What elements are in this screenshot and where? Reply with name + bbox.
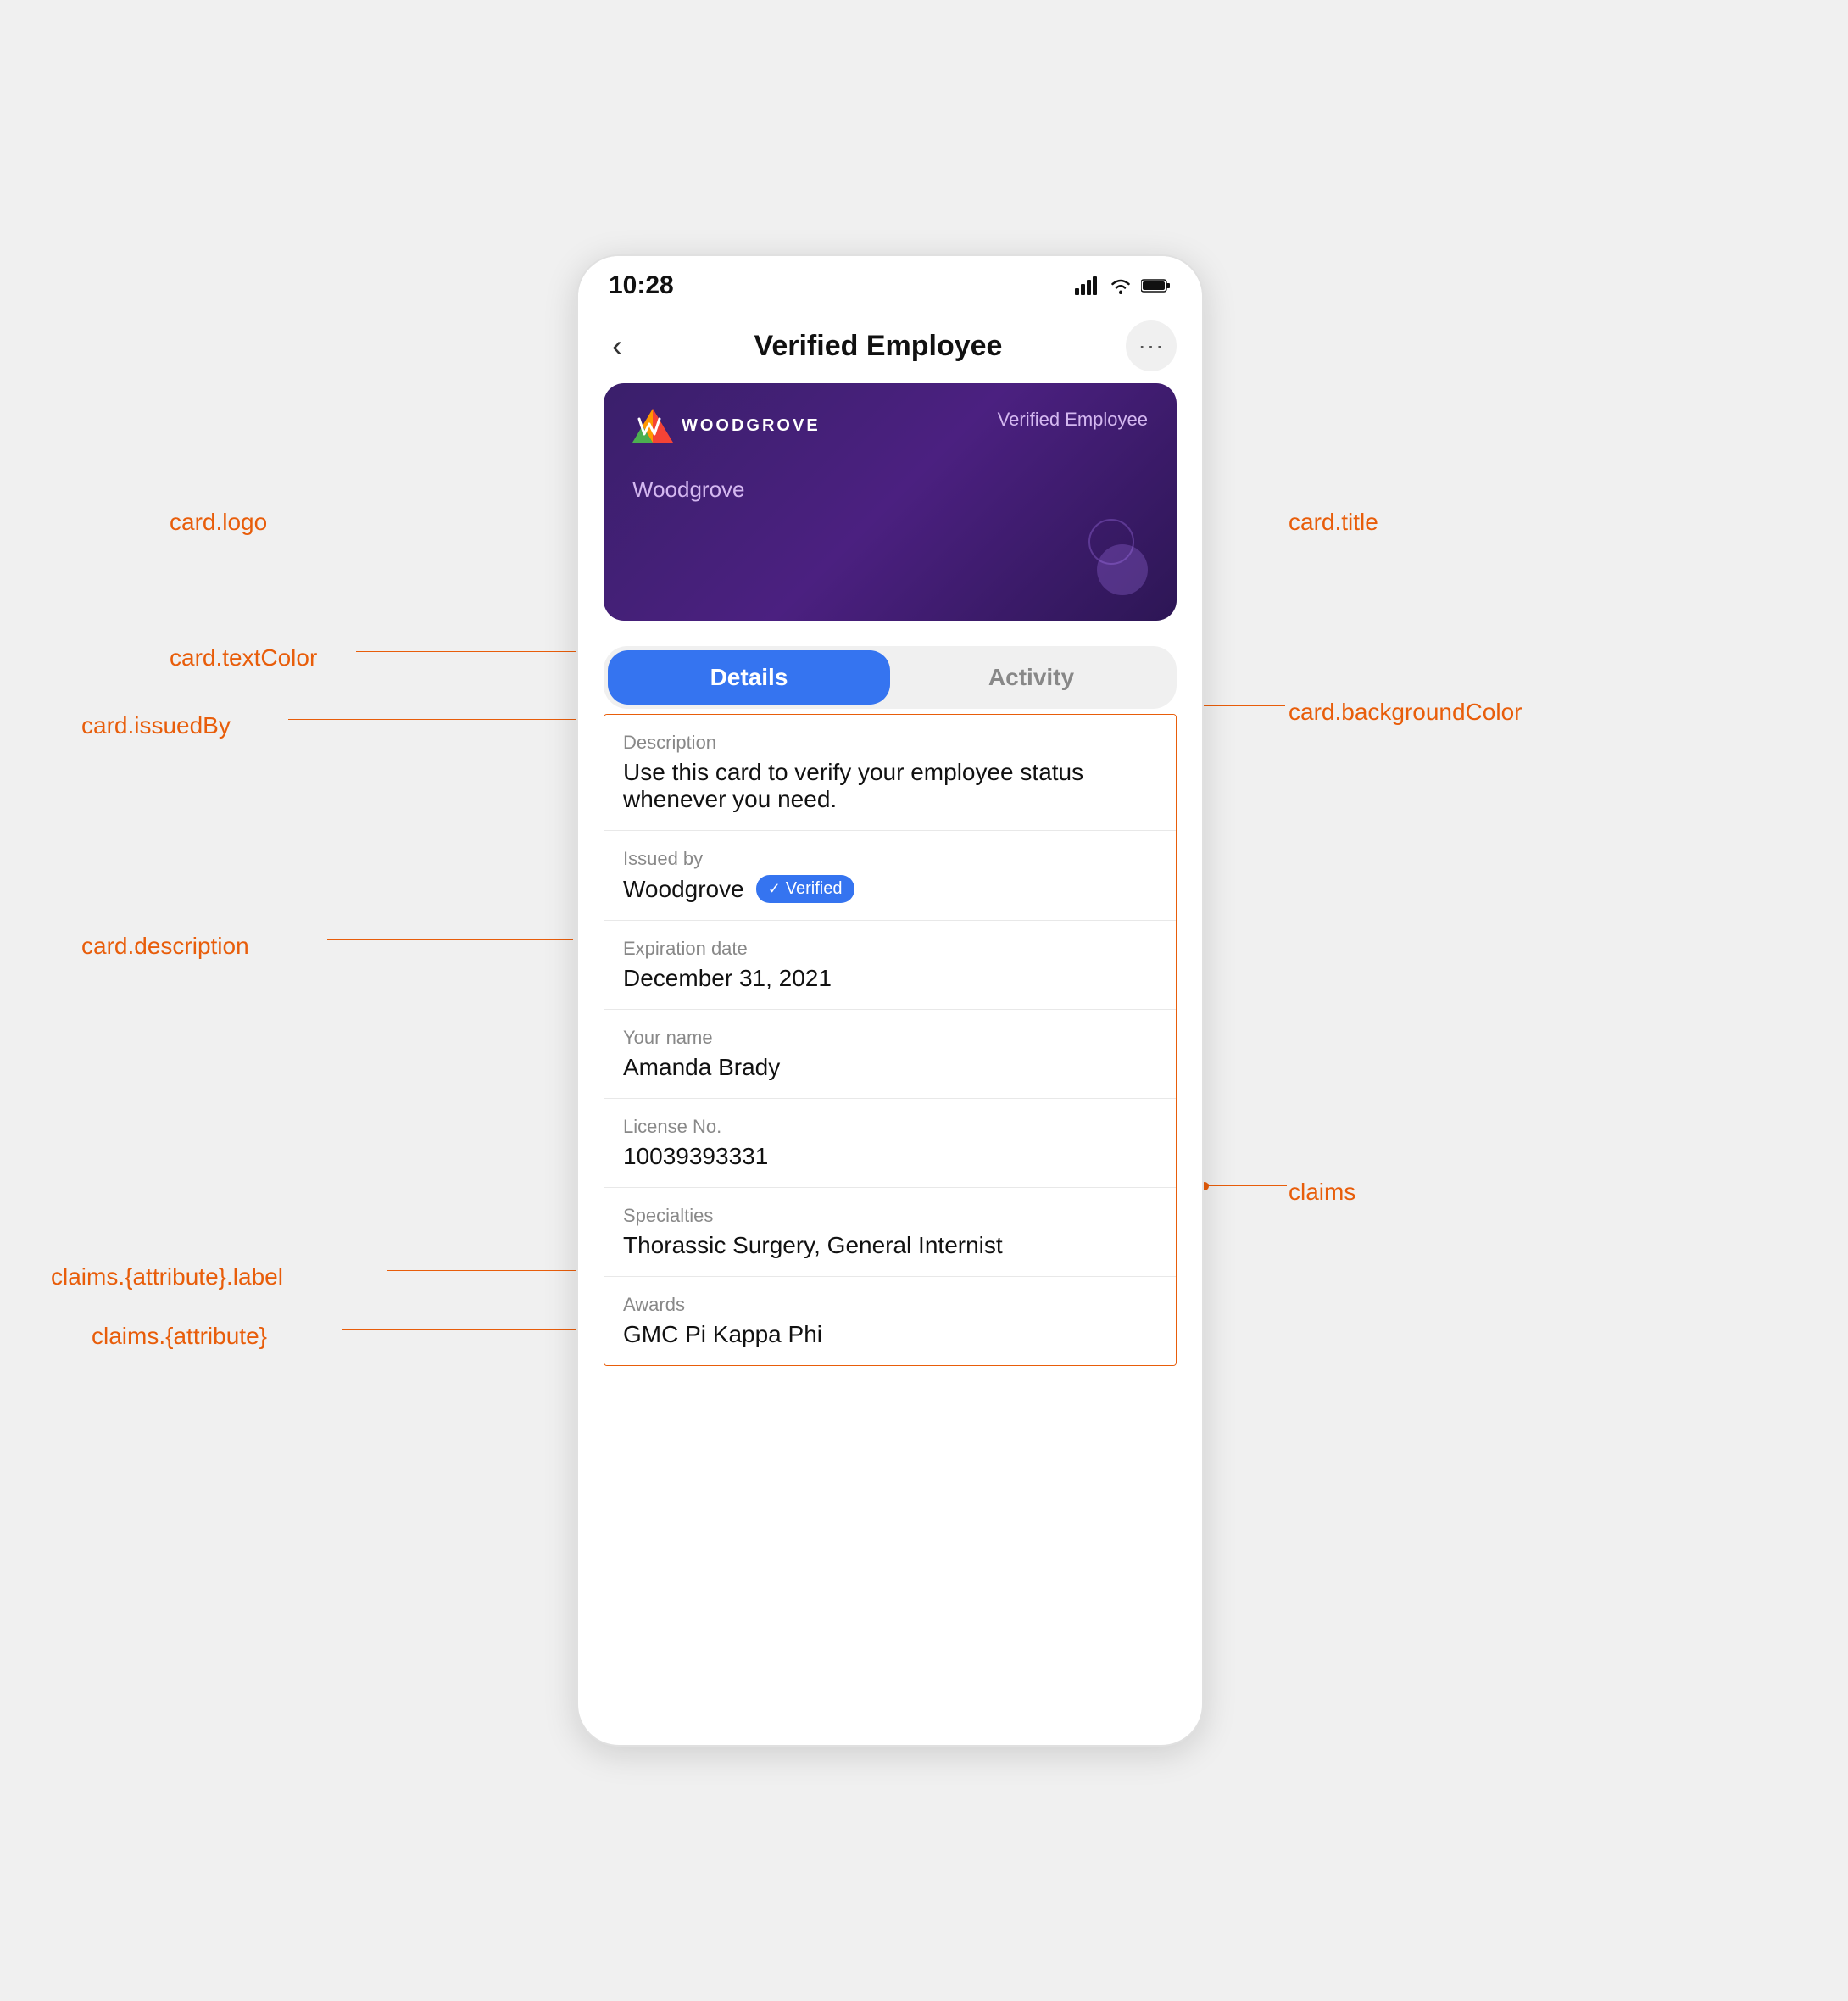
card-issuer: Woodgrove bbox=[632, 477, 745, 503]
annotation-claims: claims bbox=[1289, 1179, 1355, 1206]
annotation-claims-attr: claims.{attribute} bbox=[92, 1323, 267, 1350]
annotation-line-desc bbox=[327, 939, 573, 940]
verified-check-icon: ✓ bbox=[768, 880, 781, 898]
annotation-line-attr bbox=[342, 1329, 582, 1330]
status-time: 10:28 bbox=[609, 271, 674, 300]
detail-name: Your name Amanda Brady bbox=[604, 1010, 1176, 1099]
tab-activity[interactable]: Activity bbox=[890, 650, 1172, 705]
employee-card: WOODGROVE Verified Employee Woodgrove bbox=[604, 383, 1177, 621]
tabs-container: Details Activity bbox=[604, 646, 1177, 709]
name-label: Your name bbox=[623, 1027, 1157, 1049]
back-button[interactable]: ‹ bbox=[604, 325, 631, 367]
specialties-value: Thorassic Surgery, General Internist bbox=[623, 1232, 1157, 1259]
detail-expiration: Expiration date December 31, 2021 bbox=[604, 921, 1176, 1010]
annotation-card-bgcolor: card.backgroundColor bbox=[1289, 699, 1522, 726]
outer-wrapper: card.logo card.title card.textColor card… bbox=[0, 0, 1848, 2001]
detail-license: License No. 10039393331 bbox=[604, 1099, 1176, 1188]
details-content: Description Use this card to verify your… bbox=[604, 714, 1177, 1366]
specialties-label: Specialties bbox=[623, 1205, 1157, 1227]
name-value: Amanda Brady bbox=[623, 1054, 1157, 1081]
page-title: Verified Employee bbox=[754, 330, 1003, 363]
tab-details[interactable]: Details bbox=[608, 650, 890, 705]
detail-specialties: Specialties Thorassic Surgery, General I… bbox=[604, 1188, 1176, 1277]
license-label: License No. bbox=[623, 1116, 1157, 1138]
annotation-line-textcolor-h bbox=[356, 651, 576, 652]
annotation-card-logo: card.logo bbox=[170, 509, 267, 536]
expiration-value: December 31, 2021 bbox=[623, 965, 1157, 992]
card-logo-text: WOODGROVE bbox=[682, 416, 821, 436]
detail-description: Description Use this card to verify your… bbox=[604, 715, 1176, 831]
awards-label: Awards bbox=[623, 1294, 1157, 1316]
annotation-card-textcolor-bot: card.textColor bbox=[170, 644, 317, 672]
signal-icon bbox=[1075, 276, 1100, 295]
verified-badge: ✓ Verified bbox=[756, 875, 854, 903]
more-button[interactable]: ··· bbox=[1126, 320, 1177, 371]
annotation-card-title: card.title bbox=[1289, 509, 1378, 536]
detail-awards: Awards GMC Pi Kappa Phi bbox=[604, 1277, 1176, 1365]
annotation-card-desc: card.description bbox=[81, 933, 249, 960]
annotation-card-issuer: card.issuedBy bbox=[81, 712, 231, 739]
battery-icon bbox=[1141, 277, 1172, 294]
description-label: Description bbox=[623, 732, 1157, 754]
status-bar: 10:28 bbox=[578, 256, 1202, 309]
status-icons bbox=[1075, 276, 1172, 295]
woodgrove-logo-icon bbox=[632, 409, 673, 443]
card-bottom-row: Woodgrove bbox=[632, 477, 1148, 503]
phone-container: 10:28 bbox=[576, 254, 1204, 1747]
description-value: Use this card to verify your employee st… bbox=[623, 759, 1157, 813]
annotation-line-issuer bbox=[288, 719, 585, 720]
card-decoration bbox=[1097, 544, 1148, 595]
annotation-line-attr-label bbox=[387, 1270, 585, 1271]
license-value: 10039393331 bbox=[623, 1143, 1157, 1170]
card-logo: WOODGROVE bbox=[632, 409, 821, 443]
annotation-claims-attr-label: claims.{attribute}.label bbox=[51, 1263, 283, 1290]
issued-by-value: Woodgrove bbox=[623, 876, 744, 903]
expiration-label: Expiration date bbox=[623, 938, 1157, 960]
detail-issued-by: Issued by Woodgrove ✓ Verified bbox=[604, 831, 1176, 921]
issued-by-label: Issued by bbox=[623, 848, 1157, 870]
card-title: Verified Employee bbox=[998, 409, 1148, 431]
card-top-row: WOODGROVE Verified Employee bbox=[632, 409, 1148, 443]
wifi-icon bbox=[1109, 276, 1133, 295]
verified-badge-text: Verified bbox=[786, 879, 843, 899]
issued-by-value-row: Woodgrove ✓ Verified bbox=[623, 875, 1157, 903]
awards-value: GMC Pi Kappa Phi bbox=[623, 1321, 1157, 1348]
header: ‹ Verified Employee ··· bbox=[578, 309, 1202, 383]
annotation-line-claims bbox=[1204, 1185, 1287, 1186]
